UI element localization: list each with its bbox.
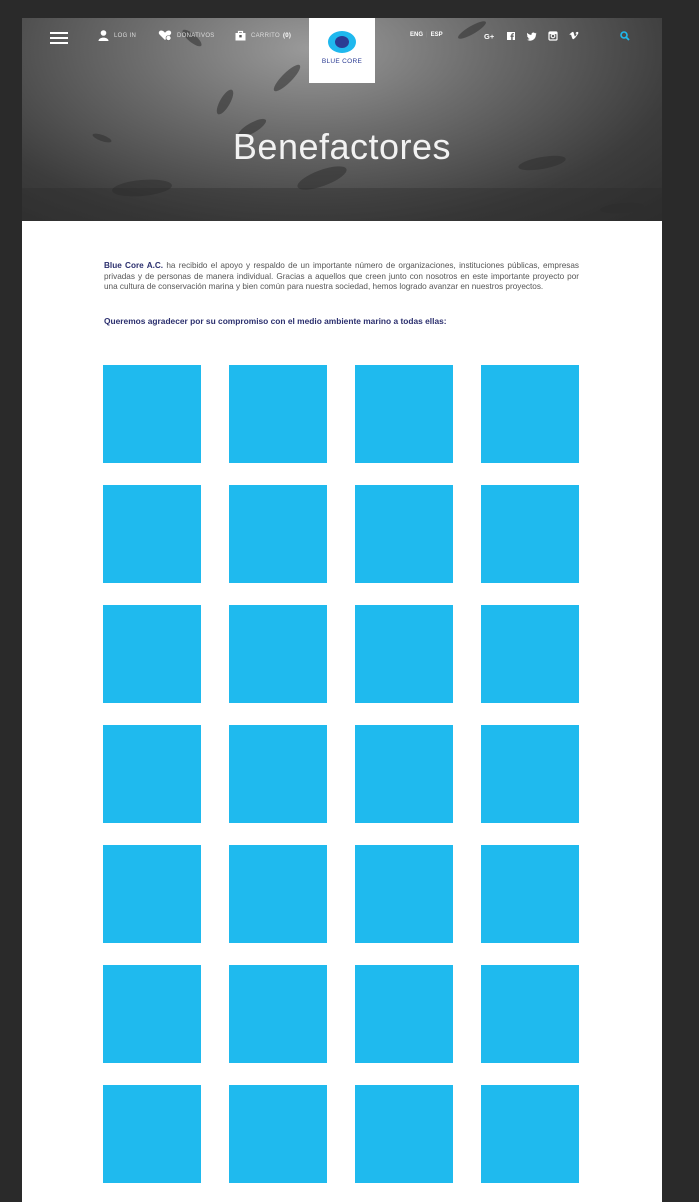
donations-label: DONATIVOS	[177, 32, 215, 39]
benefactor-tile[interactable]	[481, 1085, 579, 1183]
logo-mark-icon	[328, 31, 356, 53]
logo-text: BLUE CORE	[321, 58, 363, 65]
svg-text:G+: G+	[484, 32, 495, 41]
blue-core-logo[interactable]: BLUE CORE	[309, 18, 375, 83]
benefactor-tile[interactable]	[103, 485, 201, 583]
benefactor-tile[interactable]	[481, 485, 579, 583]
benefactor-tile[interactable]	[103, 1085, 201, 1183]
benefactors-grid	[103, 365, 579, 1183]
login-link[interactable]: LOG IN	[98, 30, 136, 41]
benefactor-tile[interactable]	[481, 845, 579, 943]
lang-esp-link[interactable]: ESP	[431, 32, 443, 38]
benefactor-tile[interactable]	[229, 965, 327, 1063]
twitter-icon[interactable]	[527, 31, 537, 41]
thanks-heading: Queremos agradecer por su compromiso con…	[104, 316, 447, 326]
intro-text: ha recibido el apoyo y respaldo de un im…	[104, 261, 579, 292]
benefactor-tile[interactable]	[481, 965, 579, 1063]
cart-count: (0)	[283, 32, 292, 39]
cart-label: CARRITO	[251, 32, 280, 39]
intro-paragraph: Blue Core A.C. ha recibido el apoyo y re…	[104, 261, 579, 293]
language-switcher: ENG | ESP	[410, 32, 443, 38]
benefactor-tile[interactable]	[355, 845, 453, 943]
lang-eng-link[interactable]: ENG	[410, 32, 423, 38]
instagram-icon[interactable]	[548, 31, 558, 41]
benefactor-tile[interactable]	[103, 605, 201, 703]
benefactor-tile[interactable]	[355, 365, 453, 463]
lang-separator: |	[426, 32, 428, 38]
benefactor-tile[interactable]	[229, 485, 327, 583]
user-icon	[98, 30, 109, 41]
top-navigation: LOG IN DONATIVOS CARRITO (0) BLUE CORE E…	[22, 18, 662, 83]
benefactor-tile[interactable]	[229, 365, 327, 463]
login-label: LOG IN	[114, 32, 137, 39]
benefactor-tile[interactable]	[355, 605, 453, 703]
benefactor-tile[interactable]	[229, 1085, 327, 1183]
benefactor-tile[interactable]	[229, 725, 327, 823]
benefactor-tile[interactable]	[355, 485, 453, 583]
benefactor-tile[interactable]	[481, 605, 579, 703]
benefactor-tile[interactable]	[103, 845, 201, 943]
hero-banner: LOG IN DONATIVOS CARRITO (0) BLUE CORE E…	[22, 18, 662, 221]
donations-link[interactable]: DONATIVOS	[158, 30, 215, 41]
google-plus-icon[interactable]: G+	[484, 31, 496, 41]
menu-icon[interactable]	[50, 32, 68, 44]
benefactor-tile[interactable]	[355, 965, 453, 1063]
search-icon[interactable]	[620, 31, 630, 41]
facebook-icon[interactable]	[506, 31, 516, 41]
benefactor-tile[interactable]	[355, 725, 453, 823]
cart-bag-icon	[235, 30, 246, 41]
benefactor-tile[interactable]	[229, 845, 327, 943]
benefactor-tile[interactable]	[229, 605, 327, 703]
vimeo-icon[interactable]	[569, 31, 579, 41]
benefactor-tile[interactable]	[481, 365, 579, 463]
org-name: Blue Core A.C.	[104, 261, 164, 270]
page: LOG IN DONATIVOS CARRITO (0) BLUE CORE E…	[22, 18, 662, 1202]
benefactor-tile[interactable]	[103, 965, 201, 1063]
benefactor-tile[interactable]	[103, 725, 201, 823]
heart-hand-icon	[158, 30, 172, 41]
benefactor-tile[interactable]	[355, 1085, 453, 1183]
benefactor-tile[interactable]	[103, 365, 201, 463]
cart-link[interactable]: CARRITO (0)	[235, 30, 291, 41]
benefactor-tile[interactable]	[481, 725, 579, 823]
page-title: Benefactores	[232, 126, 452, 167]
